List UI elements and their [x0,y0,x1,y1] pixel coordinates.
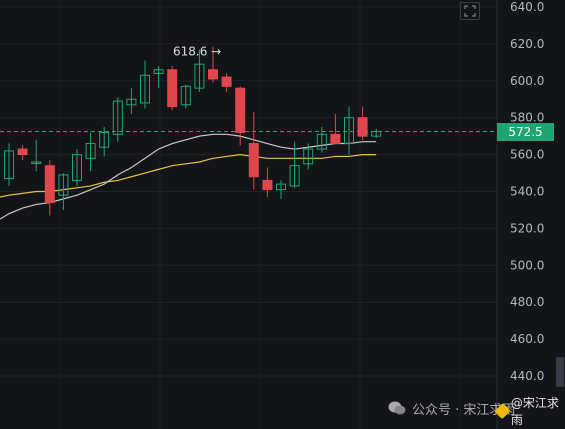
candle-body [262,179,273,191]
high-annotation: 618.6 → [173,44,221,58]
candle-body [330,133,341,145]
y-tick-label: 500.0 [510,258,544,272]
candle-body [235,87,246,133]
ma-slow-line [0,153,377,198]
expand-icon [464,5,476,17]
y-tick-label: 640.0 [510,0,544,14]
y-tick-label: 600.0 [510,74,544,88]
y-tick-label: 460.0 [510,332,544,346]
y-tick-label: 620.0 [510,37,544,51]
candlestick-chart: 640.0620.0600.0580.0560.0540.0520.0500.0… [0,0,544,429]
binance-icon [494,402,511,420]
ma-fast-line [0,133,377,220]
candle-body [221,76,232,87]
candle-body [167,69,178,108]
candle-body [357,117,368,137]
expand-button[interactable] [460,2,480,20]
price-scale-scroll-handle[interactable] [556,357,564,387]
y-tick-label: 480.0 [510,295,544,309]
y-tick-label: 440.0 [510,369,544,383]
candle-body [248,143,259,178]
candle-body [44,165,55,204]
y-tick-label: 520.0 [510,221,544,235]
author-handle-text: @宋江求雨 [510,396,559,427]
author-handle: @宋江求雨 [494,396,565,427]
current-price-label: 572.5 [497,123,554,141]
wechat-icon [388,401,406,415]
chart-panel: 640.0 620.0 600.0 580.0 560.0 540.0 520.0 500.0… [0,0,565,429]
y-tick-label: 540.0 [510,185,544,199]
candle-body [208,69,218,80]
candle-body [17,148,28,156]
y-tick-label: 560.0 [510,148,544,162]
